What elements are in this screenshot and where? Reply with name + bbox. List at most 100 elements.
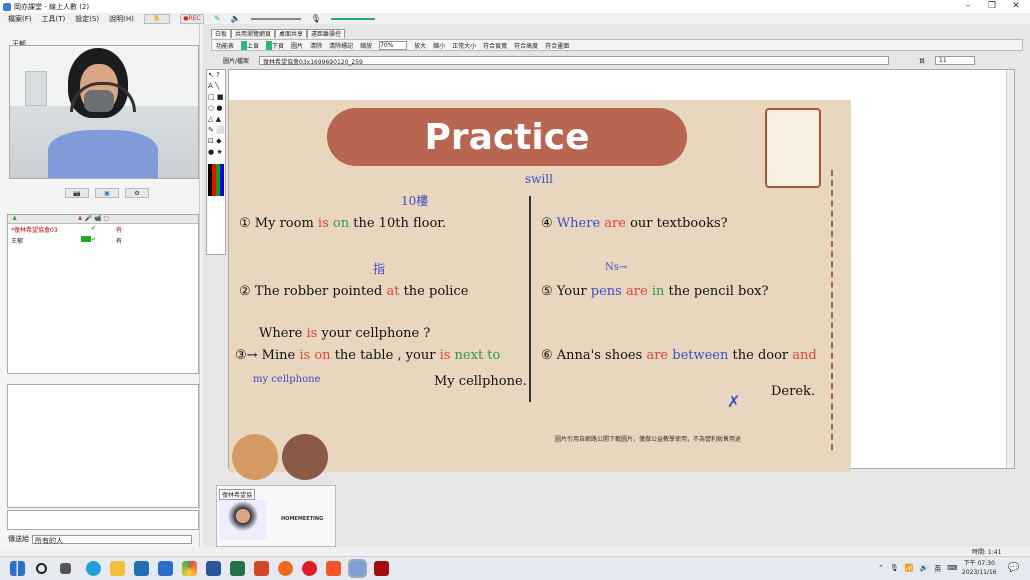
- excel-icon[interactable]: [230, 561, 245, 576]
- path-bar: 圖片/檔案 復林希望協會03x1699690120_259 頁 11: [223, 56, 976, 66]
- notebook-icon: [765, 108, 821, 188]
- notification-icon[interactable]: 💬: [1008, 563, 1019, 573]
- chrome-icon[interactable]: [182, 561, 197, 576]
- chat-input[interactable]: [7, 510, 199, 530]
- q1: ① My room is on the 10th floor.: [239, 216, 447, 231]
- windows-start-icon[interactable]: [10, 561, 25, 576]
- powerpoint-icon[interactable]: [254, 561, 269, 576]
- menu-bar: 檔案(F) 工具(T) 設定(S) 說明(H) ✋ ●REC ✎ 🔈 🎙: [0, 13, 1030, 24]
- page-select[interactable]: 11: [935, 56, 976, 65]
- zoomin-button[interactable]: 放大: [414, 41, 426, 50]
- mic-tray-icon[interactable]: 🎙: [890, 564, 899, 574]
- edge-icon[interactable]: [86, 561, 101, 576]
- adobe-icon[interactable]: [374, 561, 389, 576]
- zoomout-button[interactable]: 縮小: [433, 41, 445, 50]
- task-view-icon[interactable]: [60, 563, 71, 574]
- prev-button[interactable]: 上頁: [241, 40, 259, 50]
- session-timer: 時間: 1:41: [972, 549, 1002, 556]
- clock[interactable]: 下午 07:30 2023/11/16: [962, 559, 997, 577]
- mic-slider[interactable]: [330, 17, 375, 20]
- tool-palette[interactable]: ↖ ? A ╲ □ ■ ○ ● △ ▲ ✎ ⬜ ⊡ ◆ ● ★: [207, 70, 225, 158]
- firefox-icon[interactable]: [278, 561, 293, 576]
- close-button[interactable]: ✕: [1004, 0, 1028, 13]
- q1-note: 10樓: [401, 194, 429, 208]
- col-icons: ♟ 🎤 📹 ▢: [77, 215, 110, 222]
- keyboard-icon[interactable]: ⌨: [947, 564, 957, 574]
- q4: ④ Where are our textbooks?: [541, 216, 728, 231]
- webcam-video: [9, 45, 199, 179]
- normal-size-button[interactable]: 正常大小: [452, 41, 476, 50]
- taskbar: ⌃ 🎙 📶 🔊 英 ⌨ 下午 07:30 2023/11/16 💬: [0, 556, 1030, 580]
- cam-controls: 📷 ▣ ⚙: [65, 188, 149, 198]
- tab-remote[interactable]: 遠距離操控: [307, 29, 346, 38]
- thumb-name[interactable]: 復林希望協: [219, 489, 256, 500]
- title-bar: 岡亦課堂 - 線上人數 (2) – ❐ ✕: [0, 0, 1030, 13]
- q3d: My cellphone.: [434, 374, 527, 389]
- camera-button[interactable]: 📷: [65, 188, 89, 198]
- settings-button[interactable]: ⚙: [125, 188, 149, 198]
- vertical-scrollbar[interactable]: [1006, 70, 1014, 468]
- video-indicator: [81, 236, 91, 242]
- toolbar: 功能表 上頁 下頁 圖片 清除 清除標記 縮放 70% 放大 縮小 正常大小 符…: [211, 39, 1023, 51]
- mail-icon[interactable]: [158, 561, 173, 576]
- user-list: ♟ ♟ 🎤 📹 ▢ *復林希望協會03 ✔ 有 王郁 ✔ 有: [7, 214, 199, 374]
- footnote: 圖片引用自網路公開下載圖片，僅做公益教學使用，不為營利販售用途: [555, 436, 742, 443]
- meeting-app-icon[interactable]: [348, 559, 367, 578]
- speaker-icon[interactable]: 🔈: [231, 14, 241, 23]
- send-to-select[interactable]: 所有的人: [32, 534, 192, 545]
- window-title: 岡亦課堂 - 線上人數 (2): [14, 2, 90, 11]
- slide-viewer[interactable]: Practice ① My room is on the 10th floor.…: [228, 69, 1015, 480]
- ime-indicator[interactable]: 英: [934, 564, 941, 574]
- system-tray: ⌃ 🎙 📶 🔊 英 ⌨: [878, 564, 957, 574]
- clear-button[interactable]: 清除: [310, 41, 322, 50]
- tab-desktop[interactable]: 桌面共享: [275, 29, 308, 38]
- tool-icon[interactable]: ✎: [214, 14, 221, 23]
- user-icon: ♟: [12, 215, 18, 222]
- q5-note: Ns→: [605, 262, 628, 273]
- fit-height-button[interactable]: 符合高度: [514, 41, 538, 50]
- calendar-icon[interactable]: [134, 561, 149, 576]
- tab-bar: 白板 共用瀏覽網頁 桌面共享 遠距離操控: [211, 29, 346, 38]
- circle-deco-2: [282, 434, 328, 480]
- opera-icon[interactable]: [302, 561, 317, 576]
- word-icon[interactable]: [206, 561, 221, 576]
- chevron-up-icon[interactable]: ⌃: [878, 564, 884, 574]
- hand-button[interactable]: ✋: [143, 13, 170, 24]
- volume-icon[interactable]: 🔊: [919, 564, 928, 574]
- volume-slider[interactable]: [250, 17, 301, 20]
- user-row[interactable]: *復林希望協會03 ✔ 有: [8, 224, 198, 235]
- share-button[interactable]: ▣: [95, 188, 119, 198]
- search-icon[interactable]: [36, 563, 47, 574]
- file-select[interactable]: 復林希望協會03x1699690120_259: [259, 56, 890, 66]
- rec-button[interactable]: ●REC: [179, 13, 204, 24]
- menu-file[interactable]: 檔案(F): [8, 14, 32, 24]
- q3b: ③→ Mine is on the table , your is next t…: [235, 348, 501, 363]
- pic-button[interactable]: 圖片: [291, 41, 303, 50]
- minimize-button[interactable]: –: [956, 0, 980, 13]
- circle-deco-1: [232, 434, 278, 480]
- homemeeting-logo: HOMEMEETING: [281, 516, 324, 522]
- maximize-button[interactable]: ❐: [980, 0, 1004, 13]
- clearmark-button[interactable]: 清除標記: [329, 41, 353, 50]
- q5: ⑤ Your pens are in the pencil box?: [541, 284, 769, 299]
- zoom-label: 縮放: [360, 42, 373, 50]
- user-row[interactable]: 王郁 ✔ 有: [8, 235, 198, 246]
- mic-icon[interactable]: 🎙: [311, 14, 321, 23]
- zoom-select[interactable]: 70%: [379, 40, 408, 50]
- next-button[interactable]: 下頁: [266, 40, 284, 50]
- divider-line: [529, 196, 531, 402]
- menu-help[interactable]: 說明(H): [109, 14, 134, 24]
- brave-icon[interactable]: [326, 561, 341, 576]
- color-palette[interactable]: [208, 164, 224, 196]
- menu-tools[interactable]: 工具(T): [42, 14, 66, 24]
- menu-settings[interactable]: 設定(S): [75, 14, 99, 24]
- tab-web[interactable]: 共用瀏覽網頁: [231, 29, 276, 38]
- fit-width-button[interactable]: 符合頁寬: [483, 41, 507, 50]
- func-button[interactable]: 功能表: [216, 41, 234, 50]
- tab-whiteboard[interactable]: 白板: [211, 29, 232, 38]
- file-explorer-icon[interactable]: [110, 561, 125, 576]
- network-icon[interactable]: 📶: [905, 564, 914, 574]
- app-icon: [3, 2, 11, 11]
- q3-note: my cellphone: [253, 374, 321, 385]
- fit-screen-button[interactable]: 符合畫面: [545, 41, 569, 50]
